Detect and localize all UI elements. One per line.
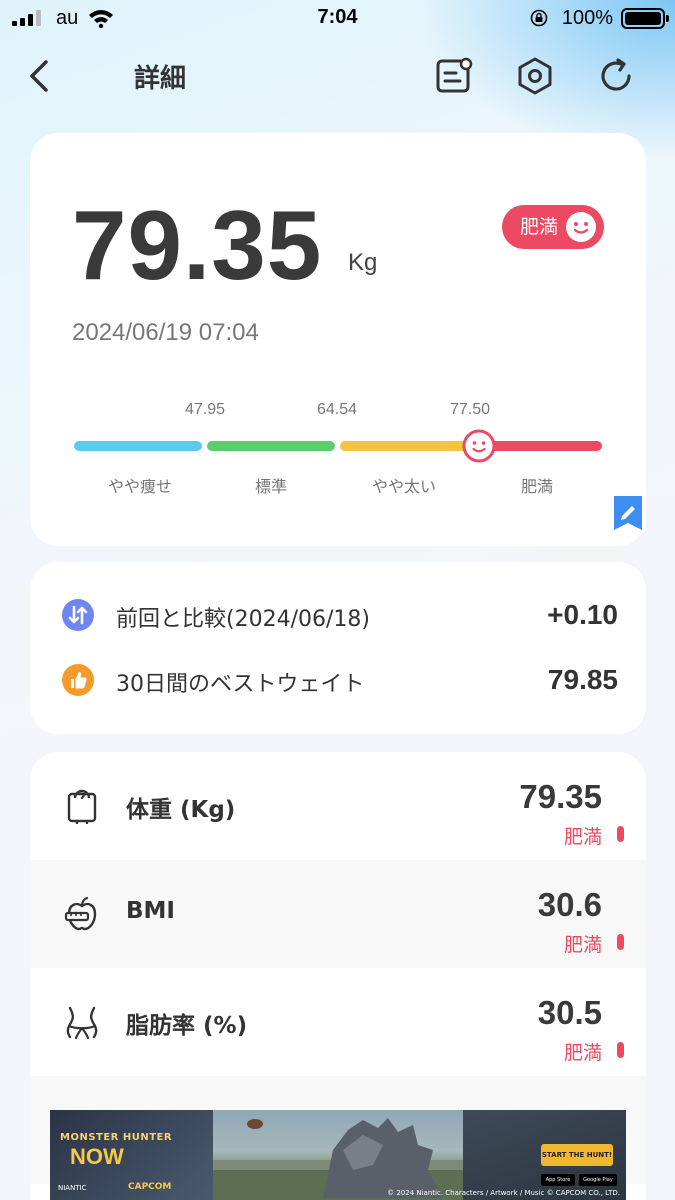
google-play-badge[interactable]: Google Play — [579, 1174, 617, 1186]
weight-summary-card: 79.35 Kg 肥満 2024/06/19 07:04 47.95 64.54… — [30, 133, 646, 546]
compare-arrows-icon — [62, 599, 94, 631]
status-indicator — [617, 1042, 624, 1058]
apple-tape-icon — [64, 896, 97, 931]
comparison-card: 前回と比較(2024/06/18) +0.10 30日間のベストウェイト 79.… — [30, 562, 646, 734]
smiley-face-icon — [566, 212, 596, 242]
hexagon-settings-icon[interactable] — [515, 56, 555, 96]
ad-capcom-logo: CAPCOM — [128, 1182, 172, 1192]
measurement-datetime: 2024/06/19 07:04 — [72, 319, 259, 346]
note-icon[interactable] — [434, 56, 474, 96]
status-indicator — [617, 934, 624, 950]
metric-status: 肥満 — [563, 1042, 602, 1064]
ad-image — [213, 1110, 463, 1200]
metric-row-weight[interactable]: 体重 (Kg) 79.35 肥満 — [30, 752, 646, 860]
metric-row-body-fat[interactable]: 脂肪率 (%) 30.5 肥満 — [30, 968, 646, 1076]
best-weight-label: 30日間のベストウェイト — [116, 672, 365, 697]
ad-cta-button[interactable]: START THE HUNT! — [541, 1144, 613, 1166]
metric-label: 脂肪率 (%) — [126, 1013, 248, 1039]
comparison-value: +0.10 — [547, 599, 618, 630]
status-badge: 肥満 — [501, 205, 604, 249]
thumbs-up-icon — [62, 664, 94, 696]
scale-category-label: 標準 — [254, 477, 288, 496]
metric-value: 30.5 — [537, 994, 602, 1031]
metric-label: 体重 (Kg) — [126, 797, 236, 823]
waist-icon — [66, 1006, 98, 1040]
status-badge-label: 肥満 — [519, 216, 558, 238]
back-arrow-icon[interactable] — [24, 56, 54, 96]
bmi-scale: 47.95 64.54 77.50 やや痩せ 標準 やや太い 肥満 — [74, 401, 602, 501]
battery-percentage: 100% — [561, 7, 613, 29]
edit-icon[interactable] — [614, 496, 642, 530]
ad-monster-illustration — [213, 1118, 463, 1200]
metric-value: 30.6 — [537, 886, 602, 923]
ad-brand-top: MONSTER HUNTER — [60, 1132, 173, 1143]
ad-banner[interactable]: MONSTER HUNTER NOW NIANTIC CAPCOM START … — [50, 1110, 626, 1200]
threshold-label: 47.95 — [184, 401, 226, 418]
refresh-icon[interactable] — [596, 56, 636, 96]
battery-icon — [621, 8, 669, 29]
comparison-label: 前回と比較(2024/06/18) — [116, 607, 370, 632]
scale-segment-normal — [207, 441, 335, 451]
scale-category-label: やや太い — [371, 477, 437, 496]
nav-header: 詳細 — [0, 40, 675, 112]
scale-segment-underweight — [74, 441, 202, 451]
scale-marker-smiley-icon — [462, 429, 496, 463]
weight-value: 79.35 — [72, 190, 323, 300]
ad-brand-main: NOW — [70, 1144, 124, 1169]
comparison-row: 前回と比較(2024/06/18) +0.10 — [62, 595, 618, 635]
scale-segment-overweight — [340, 441, 468, 451]
rotation-lock-icon — [530, 9, 548, 27]
scale-category-label: 肥満 — [520, 477, 554, 496]
status-bar: au 7:04 100% — [0, 0, 675, 40]
ad-logo-panel: MONSTER HUNTER NOW NIANTIC CAPCOM — [50, 1110, 213, 1200]
scale-category-label: やや痩せ — [107, 477, 173, 496]
ad-cta-panel: START THE HUNT! App Store Google Play — [463, 1110, 626, 1200]
ad-niantic-logo: NIANTIC — [58, 1184, 87, 1192]
metric-status: 肥満 — [563, 934, 602, 956]
threshold-label: 77.50 — [449, 401, 491, 418]
best-weight-row: 30日間のベストウェイト 79.85 — [62, 660, 618, 700]
metric-label: BMI — [126, 898, 175, 924]
metric-value: 79.35 — [519, 778, 602, 815]
ad-copyright: © 2024 Niantic. Characters / Artwork / M… — [387, 1189, 620, 1197]
metric-status: 肥満 — [563, 826, 602, 848]
threshold-label: 64.54 — [316, 401, 358, 418]
metric-row-bmi[interactable]: BMI 30.6 肥満 — [30, 860, 646, 968]
weight-unit: Kg — [348, 249, 378, 276]
best-weight-value: 79.85 — [547, 664, 618, 695]
page-title: 詳細 — [134, 64, 187, 94]
app-store-badge[interactable]: App Store — [541, 1174, 575, 1186]
status-indicator — [617, 826, 624, 842]
scale-icon — [67, 789, 97, 824]
